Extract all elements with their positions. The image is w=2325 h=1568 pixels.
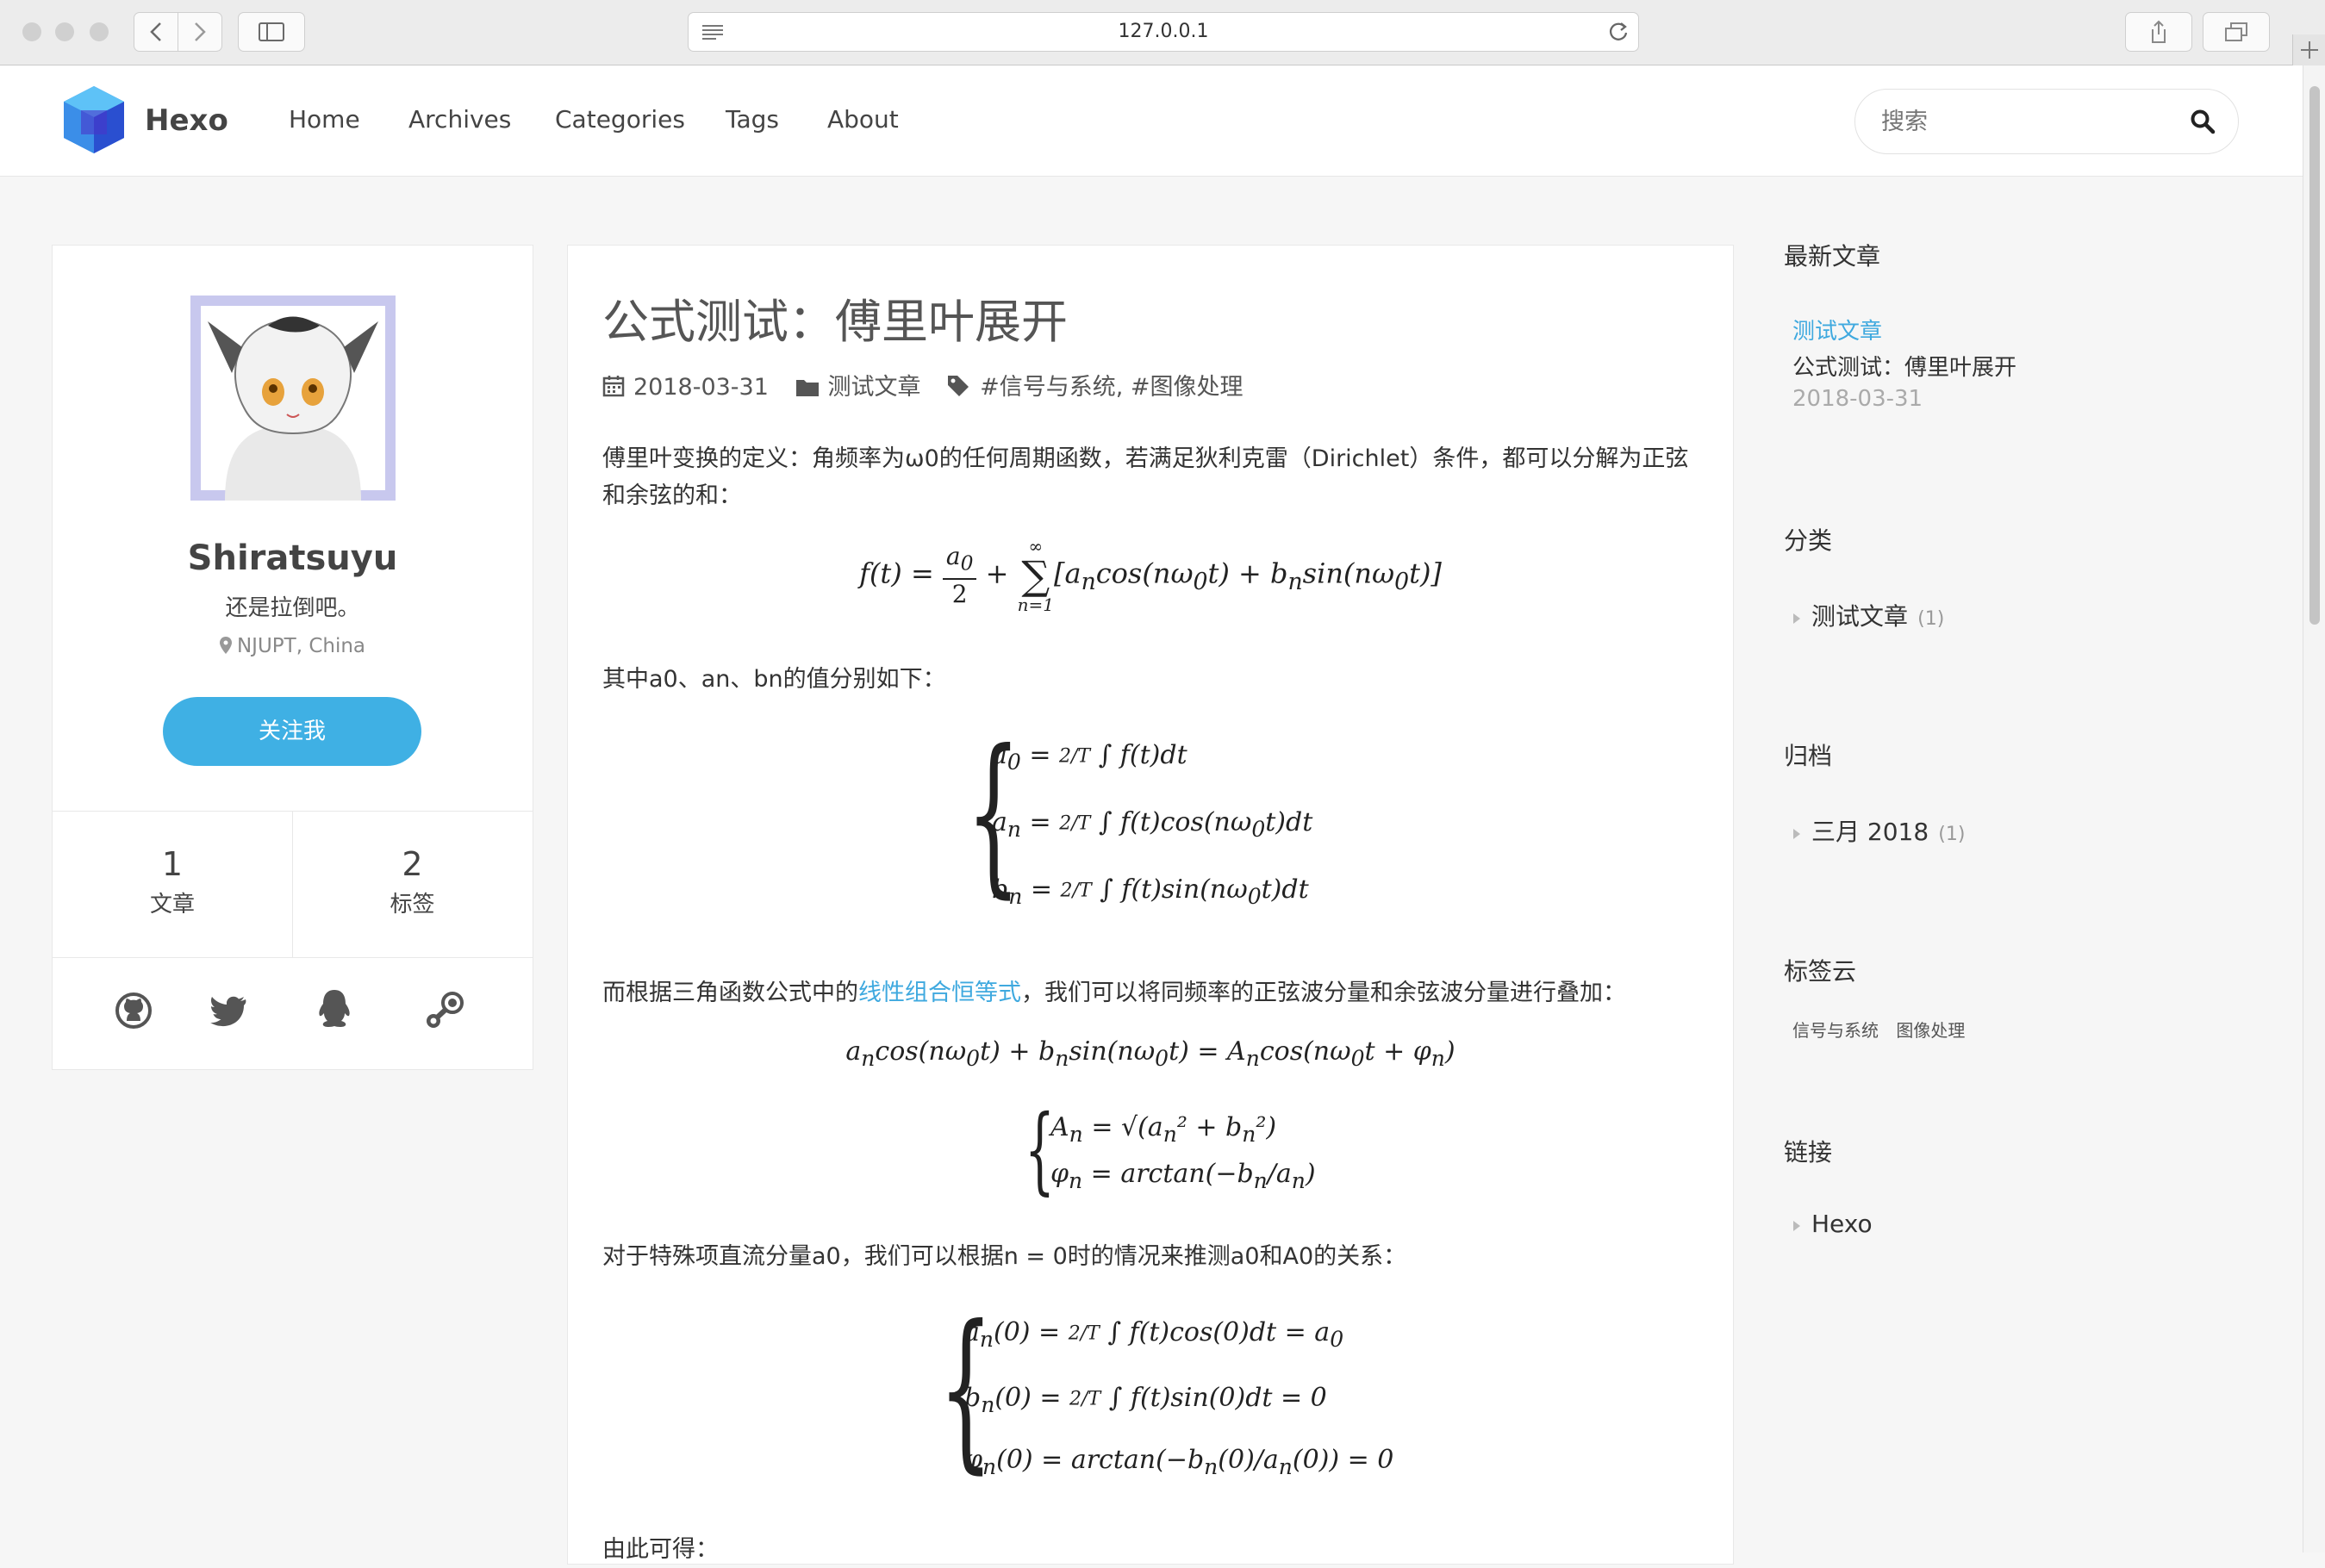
link-item[interactable]: Hexo (1792, 1210, 1873, 1238)
url-text: 127.0.0.1 (1118, 21, 1209, 42)
identity-before: 而根据三角函数公式中的 (602, 980, 858, 1006)
paragraph-dc-component: 对于特殊项直流分量a0，我们可以根据n = 0时的情况来推测a0和A0的关系： (602, 1243, 1407, 1270)
twitter-icon[interactable] (209, 995, 247, 1028)
tabs-icon (2225, 22, 2247, 41)
archives-heading: 归档 (1784, 742, 1833, 770)
archive-item[interactable]: 三月 2018 (1) (1792, 813, 1965, 848)
links-heading: 链接 (1784, 1138, 1833, 1167)
brand-name[interactable]: Hexo (145, 103, 228, 138)
caret-right-icon (1793, 613, 1800, 624)
sidebar-icon (259, 22, 284, 41)
divider (53, 957, 533, 958)
profile-name: Shiratsuyu (187, 538, 398, 578)
steam-icon[interactable] (423, 990, 466, 1031)
formula-coefficients-system: { a0 = 2/T ∫ f(t)dt an = 2/T ∫ f(t)cos(n… (966, 713, 1313, 914)
qq-icon[interactable] (315, 988, 354, 1031)
formula-fourier-series: f(t) = a0 2 + ∞ ∑ n=1 [ancos(nω0t) + bnsin(n… (859, 536, 1442, 615)
caret-right-icon (1793, 829, 1800, 839)
github-icon[interactable] (115, 992, 153, 1030)
tag-cloud: 信号与系统 图像处理 (1792, 1017, 1965, 1042)
recent-post-category[interactable]: 测试文章 (1792, 314, 1882, 345)
nav-categories[interactable]: Categories (555, 105, 685, 134)
category-count: (1) (1917, 608, 1945, 630)
stat-tags-count: 2 (402, 845, 423, 883)
stat-posts-label: 文章 (149, 892, 195, 918)
nav-about[interactable]: About (827, 105, 899, 134)
share-icon (2152, 20, 2166, 43)
stat-posts[interactable]: 1 文章 (53, 845, 292, 918)
share-button[interactable] (2125, 12, 2192, 52)
post-tags[interactable]: #信号与系统, #图像处理 (980, 374, 1243, 401)
search-icon[interactable] (2190, 109, 2216, 134)
folder-icon (795, 380, 819, 396)
tag-link[interactable]: 图像处理 (1896, 1020, 1965, 1041)
map-marker-icon (219, 637, 232, 654)
recent-post-title[interactable]: 公式测试：傅里叶展开 (1792, 350, 2016, 382)
paragraph-identity: 而根据三角函数公式中的线性组合恒等式，我们可以将同频率的正弦波分量和余弦波分量进… (602, 974, 1705, 1011)
nav-home[interactable]: Home (289, 105, 360, 134)
paragraph-definition: 傅里叶变换的定义：角频率为ω0的任何周期函数，若满足狄利克雷（Dirichlet… (602, 445, 1689, 509)
hexo-logo-icon[interactable] (62, 84, 126, 155)
new-tab-button[interactable] (2292, 34, 2325, 65)
chevron-right-icon (195, 22, 206, 41)
tag-cloud-heading: 标签云 (1784, 957, 1857, 986)
caret-right-icon (1793, 1221, 1800, 1231)
archive-name[interactable]: 三月 2018 (1811, 818, 1929, 846)
address-bar[interactable]: 127.0.0.1 (688, 12, 1639, 52)
post-category[interactable]: 测试文章 (828, 374, 921, 401)
stat-tags[interactable]: 2 标签 (292, 845, 533, 918)
tabs-overview-button[interactable] (2203, 12, 2270, 52)
zoom-window-button[interactable] (90, 22, 109, 41)
post-meta: 2018-03-31 测试文章 #信号与系统, #图像处理 (602, 368, 1244, 401)
recent-post-date: 2018-03-31 (1792, 386, 1923, 412)
post-date: 2018-03-31 (633, 374, 769, 401)
tag-link[interactable]: 信号与系统 (1792, 1020, 1879, 1041)
profile-card: Shiratsuyu 还是拉倒吧。 NJUPT, China 关注我 1 文章 … (52, 245, 533, 1070)
follow-button[interactable]: 关注我 (163, 697, 421, 766)
chevron-left-icon (150, 22, 161, 41)
browser-toolbar: 127.0.0.1 (0, 0, 2325, 65)
minimize-window-button[interactable] (55, 22, 74, 41)
nav-archives[interactable]: Archives (408, 105, 511, 134)
avatar[interactable] (190, 296, 396, 501)
article-card: 公式测试：傅里叶展开 2018-03-31 测试文章 #信号与系统, #图像处理… (567, 245, 1734, 1565)
profile-location: NJUPT, China (53, 635, 533, 657)
link-hexo[interactable]: Hexo (1811, 1210, 1873, 1238)
search-input[interactable] (1879, 103, 2176, 140)
scrollbar-thumb[interactable] (2309, 86, 2320, 625)
back-button[interactable] (134, 12, 178, 52)
profile-bio: 还是拉倒吧。 (225, 595, 360, 621)
close-window-button[interactable] (22, 22, 41, 41)
category-item[interactable]: 测试文章 (1) (1792, 598, 1944, 632)
archive-count: (1) (1938, 824, 1966, 845)
post-title[interactable]: 公式测试：傅里叶展开 (602, 283, 1068, 352)
forward-button[interactable] (178, 12, 222, 52)
identity-link[interactable]: 线性组合恒等式 (858, 980, 1021, 1006)
formula-dc-system: { an(0) = 2/T ∫ f(t)cos(0)dt = a0 bn(0) … (938, 1289, 1394, 1490)
nav-tags[interactable]: Tags (726, 105, 779, 134)
category-name[interactable]: 测试文章 (1811, 602, 1908, 631)
paragraph-conclusion: 由此可得： (602, 1536, 719, 1563)
paragraph-coefficients: 其中a0、an、bn的值分别如下： (602, 666, 946, 693)
plus-icon (2301, 41, 2318, 59)
formula-amplitude-phase: { An = √(an² + bn²) φn = arctan(−bn/an) (1025, 1094, 1316, 1204)
calendar-icon (602, 376, 625, 397)
stat-posts-count: 1 (161, 845, 184, 883)
formula-identity: ancos(nω0t) + bnsin(nω0t) = Ancos(nω0t +… (845, 1036, 1455, 1071)
identity-after: ，我们可以将同频率的正弦波分量和余弦波分量进行叠加： (1021, 980, 1626, 1006)
search-box[interactable] (1854, 89, 2239, 154)
stat-tags-label: 标签 (390, 892, 435, 918)
tag-icon (948, 376, 969, 396)
location-text: NJUPT, China (236, 635, 366, 657)
reload-icon[interactable] (1607, 21, 1630, 43)
recent-posts-heading: 最新文章 (1784, 242, 1881, 271)
categories-heading: 分类 (1784, 526, 1833, 555)
sidebar-toggle-button[interactable] (238, 12, 305, 52)
